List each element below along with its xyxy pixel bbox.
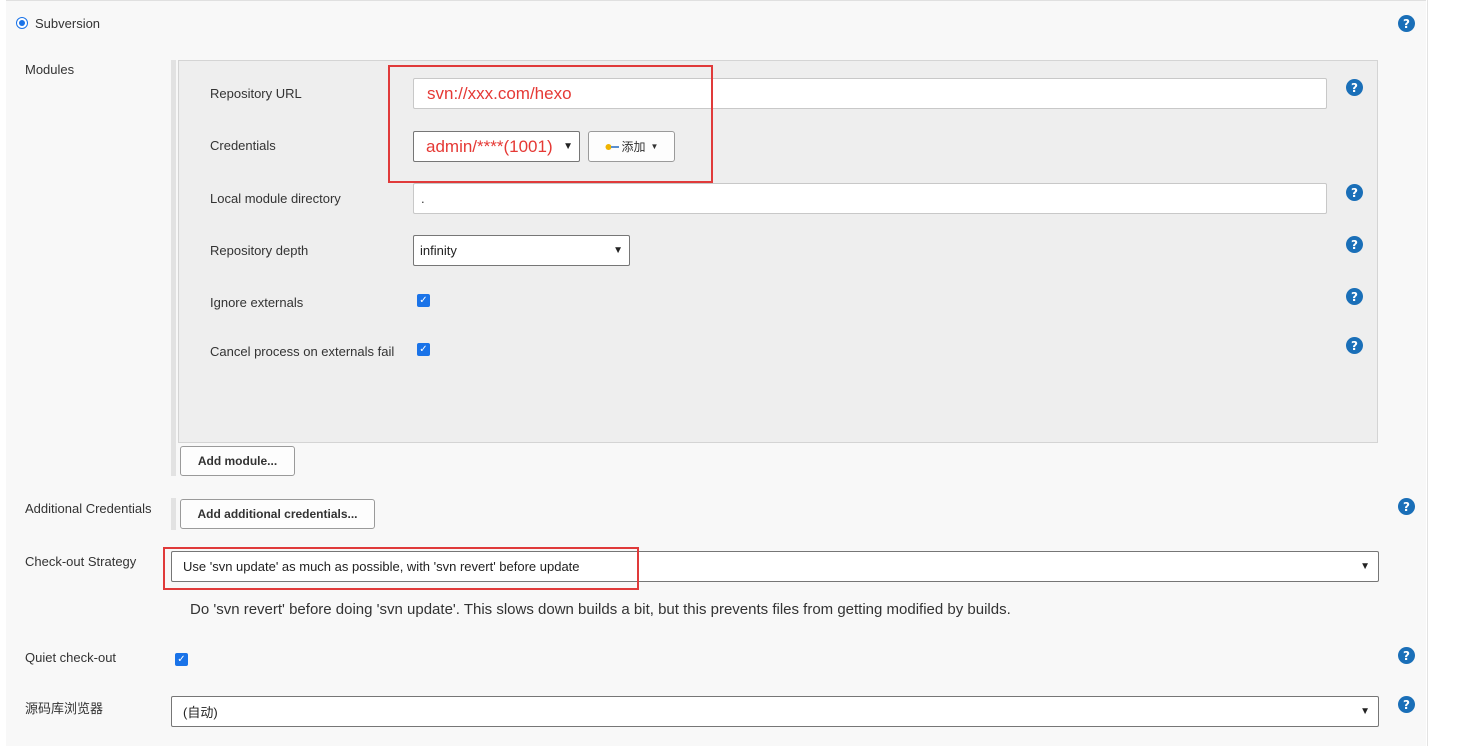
local-module-directory-label: Local module directory bbox=[210, 191, 341, 206]
chevron-down-icon: ▼ bbox=[1360, 561, 1370, 572]
repository-url-help-icon[interactable]: ? bbox=[1346, 79, 1363, 96]
cancel-on-externals-fail-checkbox[interactable]: ✓ bbox=[417, 343, 430, 356]
subversion-help-icon[interactable]: ? bbox=[1398, 15, 1415, 32]
repository-browser-select[interactable]: (自动) ▼ bbox=[171, 696, 1379, 727]
scm-header-row bbox=[6, 0, 1426, 51]
local-module-directory-value: . bbox=[421, 191, 425, 206]
checkout-strategy-description: Do 'svn revert' before doing 'svn update… bbox=[190, 601, 1011, 618]
quiet-checkout-checkbox[interactable]: ✓ bbox=[175, 653, 188, 666]
repository-browser-label: 源码库浏览器 bbox=[25, 701, 104, 716]
highlight-box-repository bbox=[388, 65, 713, 183]
subversion-radio[interactable] bbox=[16, 17, 28, 29]
add-module-button[interactable]: Add module... bbox=[180, 446, 295, 476]
ignore-externals-checkbox[interactable]: ✓ bbox=[417, 294, 430, 307]
chevron-down-icon: ▼ bbox=[613, 245, 623, 256]
highlight-box-checkout-strategy bbox=[163, 547, 639, 590]
local-module-directory-help-icon[interactable]: ? bbox=[1346, 184, 1363, 201]
ignore-externals-help-icon[interactable]: ? bbox=[1346, 288, 1363, 305]
add-additional-credentials-button[interactable]: Add additional credentials... bbox=[180, 499, 375, 529]
checkout-strategy-label: Check-out Strategy bbox=[25, 554, 137, 569]
repository-browser-value: (自动) bbox=[183, 705, 218, 720]
repository-depth-value: infinity bbox=[420, 243, 457, 258]
chevron-down-icon: ▼ bbox=[1360, 706, 1370, 717]
cancel-on-externals-fail-help-icon[interactable]: ? bbox=[1346, 337, 1363, 354]
credentials-label: Credentials bbox=[210, 138, 276, 153]
cancel-on-externals-fail-label: Cancel process on externals fail bbox=[210, 344, 395, 359]
repository-depth-label: Repository depth bbox=[210, 243, 309, 258]
local-module-directory-input[interactable]: . bbox=[413, 183, 1327, 214]
subversion-label: Subversion bbox=[35, 16, 101, 31]
right-margin bbox=[1427, 0, 1463, 746]
repository-depth-help-icon[interactable]: ? bbox=[1346, 236, 1363, 253]
repository-depth-select[interactable]: infinity ▼ bbox=[413, 235, 630, 266]
additional-credentials-help-icon[interactable]: ? bbox=[1398, 498, 1415, 515]
additional-credentials-label: Additional Credentials bbox=[25, 501, 152, 516]
quiet-checkout-label: Quiet check-out bbox=[25, 650, 117, 665]
module-entry bbox=[178, 60, 1378, 443]
repository-url-label: Repository URL bbox=[210, 86, 302, 101]
quiet-checkout-help-icon[interactable]: ? bbox=[1398, 647, 1415, 664]
modules-sidebar-bar bbox=[171, 60, 176, 476]
additional-credentials-bar bbox=[171, 498, 176, 530]
repository-browser-help-icon[interactable]: ? bbox=[1398, 696, 1415, 713]
modules-label: Modules bbox=[25, 62, 75, 77]
ignore-externals-label: Ignore externals bbox=[210, 295, 304, 310]
